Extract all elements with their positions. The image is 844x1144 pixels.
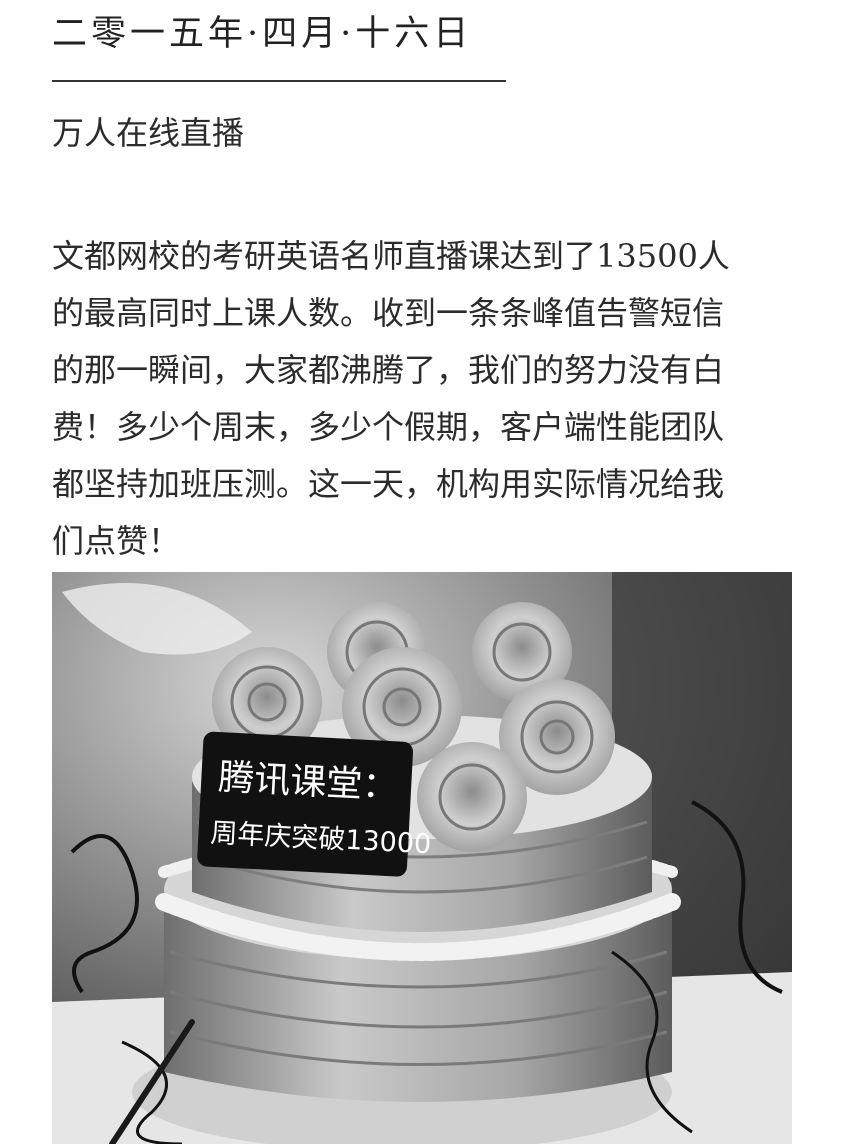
cake-photo: 腾讯课堂： 周年庆突破13000 (52, 572, 792, 1144)
paragraph-line: 费！多少个周末，多少个假期，客户端性能团队 (52, 408, 725, 446)
paragraph-line: 文都网校的考研英语名师直播课达到了13500人 (52, 237, 730, 275)
paragraph-line: 都坚持加班压测。这一天，机构用实际情况给我 (52, 465, 725, 503)
article-paragraph: 文都网校的考研英语名师直播课达到了13500人 的最高同时上课人数。收到一条条峰… (52, 228, 812, 570)
paragraph-line: 们点赞！ (52, 522, 181, 560)
paragraph-line: 的那一瞬间，大家都沸腾了，我们的努力没有白 (52, 351, 725, 389)
divider-line (52, 80, 506, 82)
paragraph-line: 的最高同时上课人数。收到一条条峰值告警短信 (52, 294, 725, 332)
section-subtitle: 万人在线直播 (52, 114, 245, 152)
date-heading: 二零一五年·四月·十六日 (52, 14, 473, 54)
